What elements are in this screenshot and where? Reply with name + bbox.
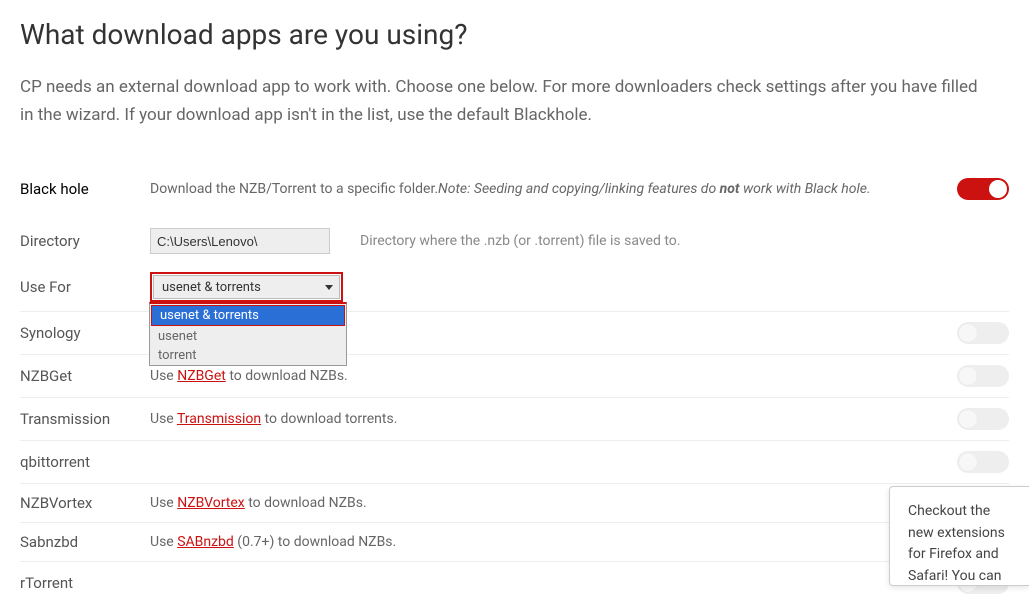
note-not: not (720, 181, 740, 197)
nzbvortex-prefix: Use (150, 495, 177, 511)
app-synology-label: Synology (20, 324, 150, 342)
app-synology-toggle[interactable] (957, 322, 1009, 344)
app-nzbvortex-label: NZBVortex (20, 494, 150, 512)
usefor-dropdown: usenet & torrents usenet torrent (149, 302, 347, 366)
usefor-selected-text: usenet & torrents (162, 280, 261, 295)
directory-label: Directory (20, 232, 150, 250)
app-transmission-desc: Use Transmission to download torrents. (150, 411, 957, 427)
nzbvortex-suffix: to download NZBs. (245, 495, 367, 511)
app-nzbget-desc: Use NZBGet to download NZBs. (150, 368, 957, 384)
note-suffix: work with Black hole. (740, 181, 871, 197)
blackhole-desc: Download the NZB/Torrent to a specific f… (150, 181, 438, 197)
directory-input[interactable] (150, 228, 330, 254)
nzbget-link[interactable]: NZBGet (177, 368, 226, 384)
app-nzbget-toggle[interactable] (957, 365, 1009, 387)
extensions-popup[interactable]: Checkout the new extensions for Firefox … (889, 486, 1029, 586)
usefor-label: Use For (20, 278, 150, 296)
sabnzbd-suffix: (0.7+) to download NZBs. (234, 534, 396, 550)
app-transmission-label: Transmission (20, 410, 150, 428)
app-rtorrent-label: rTorrent (20, 574, 150, 592)
usefor-option-usenet[interactable]: usenet (150, 327, 346, 346)
nzbvortex-link[interactable]: NZBVortex (177, 495, 245, 511)
directory-hint: Directory where the .nzb (or .torrent) f… (360, 233, 680, 249)
note-prefix: Note: Seeding and copying/linking featur… (438, 181, 720, 197)
app-transmission-toggle[interactable] (957, 408, 1009, 430)
app-nzbget-label: NZBGet (20, 367, 150, 385)
transmission-link[interactable]: Transmission (177, 411, 261, 427)
app-nzbvortex-desc: Use NZBVortex to download NZBs. (150, 495, 1009, 511)
usefor-option-usenet-torrents[interactable]: usenet & torrents (151, 305, 345, 326)
page-title: What download apps are you using? (20, 18, 1009, 51)
chevron-down-icon (325, 285, 333, 290)
usefor-select[interactable]: usenet & torrents (153, 275, 340, 299)
app-sabnzbd-label: Sabnzbd (20, 533, 150, 551)
blackhole-note: Note: Seeding and copying/linking featur… (438, 181, 871, 197)
app-qbittorrent-label: qbittorrent (20, 453, 150, 471)
sabnzbd-prefix: Use (150, 534, 177, 550)
app-qbittorrent-toggle[interactable] (957, 451, 1009, 473)
transmission-suffix: to download torrents. (261, 411, 397, 427)
intro-text: CP needs an external download app to wor… (20, 73, 995, 129)
sabnzbd-link[interactable]: SABnzbd (177, 534, 234, 550)
transmission-prefix: Use (150, 411, 177, 427)
blackhole-label: Black hole (20, 180, 150, 198)
nzbget-suffix: to download NZBs. (226, 368, 348, 384)
app-sabnzbd-desc: Use SABnzbd (0.7+) to download NZBs. (150, 534, 1009, 550)
nzbget-prefix: Use (150, 368, 177, 384)
blackhole-toggle[interactable] (957, 178, 1009, 200)
usefor-option-torrent[interactable]: torrent (150, 346, 346, 365)
